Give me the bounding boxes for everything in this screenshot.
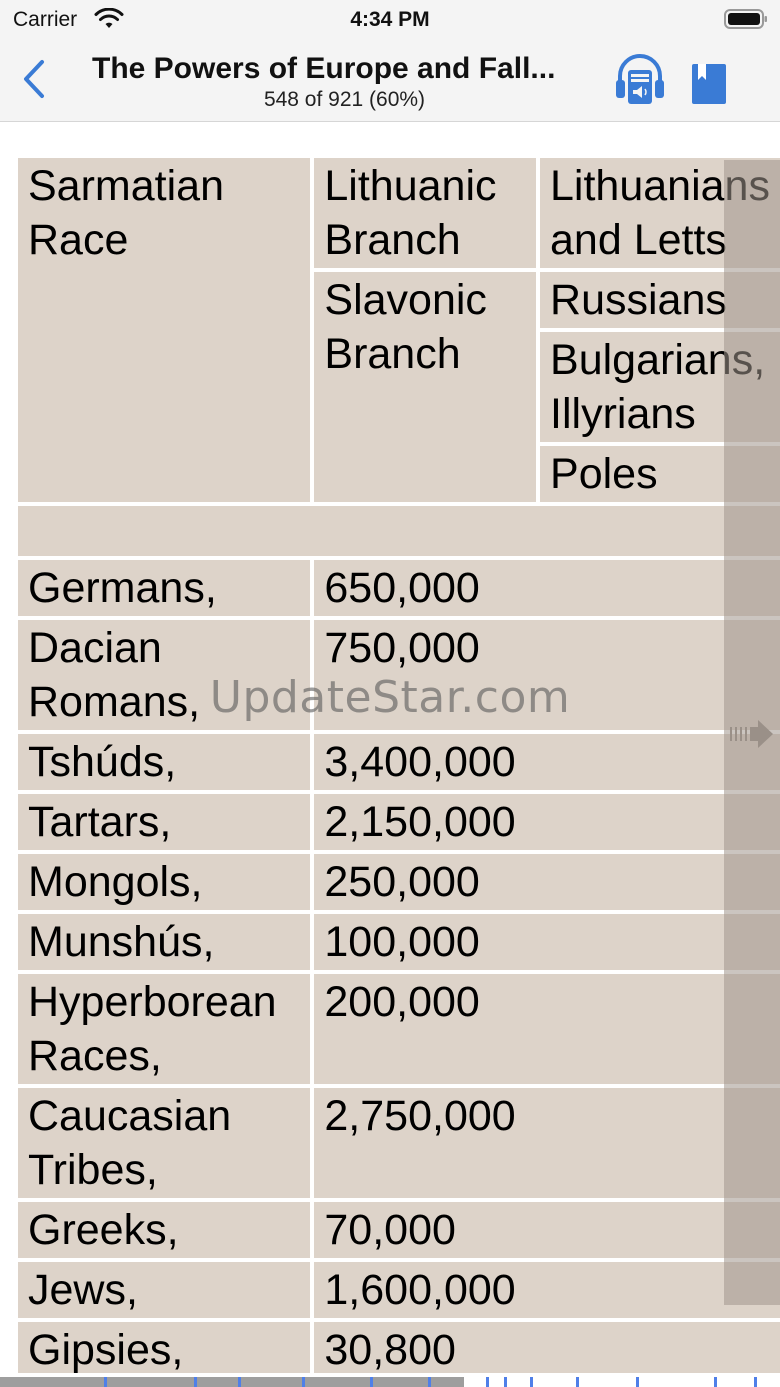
chapter-marker: [194, 1377, 197, 1387]
chapter-marker: [486, 1377, 489, 1387]
population-cell: 2,150,000: [314, 794, 780, 850]
top-bar: Carrier 4:34 PM The Powers of Europe and…: [0, 0, 780, 122]
chapter-marker: [104, 1377, 107, 1387]
back-chevron-icon[interactable]: [18, 58, 52, 100]
population-cell: 30,800: [314, 1322, 780, 1373]
audiobook-headphones-icon[interactable]: [614, 52, 666, 108]
race-name-cell: Germans,: [18, 560, 311, 616]
race-name-cell: Hyperborean Races,: [18, 974, 311, 1084]
table-row: Mongols, 250,000: [18, 854, 780, 910]
chapter-marker: [370, 1377, 373, 1387]
table-cell: Lithuanic Branch: [314, 158, 537, 268]
table-row: Gipsies, 30,800: [18, 1322, 780, 1373]
chapter-marker: [636, 1377, 639, 1387]
table-row: Tshúds, 3,400,000: [18, 734, 780, 790]
battery-icon: [724, 9, 767, 29]
population-cell: 1,600,000: [314, 1262, 780, 1318]
reading-progress-bar[interactable]: [0, 1374, 780, 1387]
chapter-marker: [576, 1377, 579, 1387]
table-cell: Slavonic Branch: [314, 272, 537, 502]
population-cell: 2,750,000: [314, 1088, 780, 1198]
race-name-cell: Caucasian Tribes,: [18, 1088, 311, 1198]
watermark: UpdateStar.com: [209, 672, 571, 723]
population-table: Sarmatian Race Lithuanic Branch Lithuani…: [14, 154, 780, 1373]
table-row: Jews, 1,600,000: [18, 1262, 780, 1318]
race-name-cell: Tartars,: [18, 794, 311, 850]
race-name-cell: Mongols,: [18, 854, 311, 910]
table-row-spacer: [18, 506, 780, 556]
table-row: Munshús, 100,000: [18, 914, 780, 970]
status-time: 4:34 PM: [350, 8, 430, 31]
chapter-marker: [238, 1377, 241, 1387]
race-name-cell: Jews,: [18, 1262, 311, 1318]
bookmark-book-icon[interactable]: [690, 62, 728, 106]
chapter-marker: [504, 1377, 507, 1387]
population-cell: 650,000: [314, 560, 780, 616]
chapter-marker: [428, 1377, 431, 1387]
table-spacer-cell: [18, 506, 780, 556]
population-cell: 3,400,000: [314, 734, 780, 790]
population-cell: 100,000: [314, 914, 780, 970]
chapter-marker: [530, 1377, 533, 1387]
population-cell: 70,000: [314, 1202, 780, 1258]
table-row: Germans, 650,000: [18, 560, 780, 616]
race-name-cell: Tshúds,: [18, 734, 311, 790]
race-name-cell: Munshús,: [18, 914, 311, 970]
table-cell: Sarmatian Race: [18, 158, 311, 502]
table-row: Caucasian Tribes, 2,750,000: [18, 1088, 780, 1198]
status-bar: Carrier 4:34 PM: [0, 0, 780, 40]
race-name-cell: Greeks,: [18, 1202, 311, 1258]
reading-progress-fill: [0, 1377, 465, 1387]
book-title: The Powers of Europe and Fall...: [92, 52, 556, 85]
page-progress-label: 548 of 921 (60%): [263, 88, 426, 111]
population-cell: 250,000: [314, 854, 780, 910]
chapter-marker: [714, 1377, 717, 1387]
table-row: Sarmatian Race Lithuanic Branch Lithuani…: [18, 158, 780, 502]
race-name-cell: Gipsies,: [18, 1322, 311, 1373]
reader-page[interactable]: Sarmatian Race Lithuanic Branch Lithuani…: [0, 123, 780, 1373]
table-row: Greeks, 70,000: [18, 1202, 780, 1258]
table-row: Tartars, 2,150,000: [18, 794, 780, 850]
chapter-marker: [302, 1377, 305, 1387]
population-cell: 200,000: [314, 974, 780, 1084]
table-row: Hyperborean Races, 200,000: [18, 974, 780, 1084]
chapter-marker: [754, 1377, 757, 1387]
